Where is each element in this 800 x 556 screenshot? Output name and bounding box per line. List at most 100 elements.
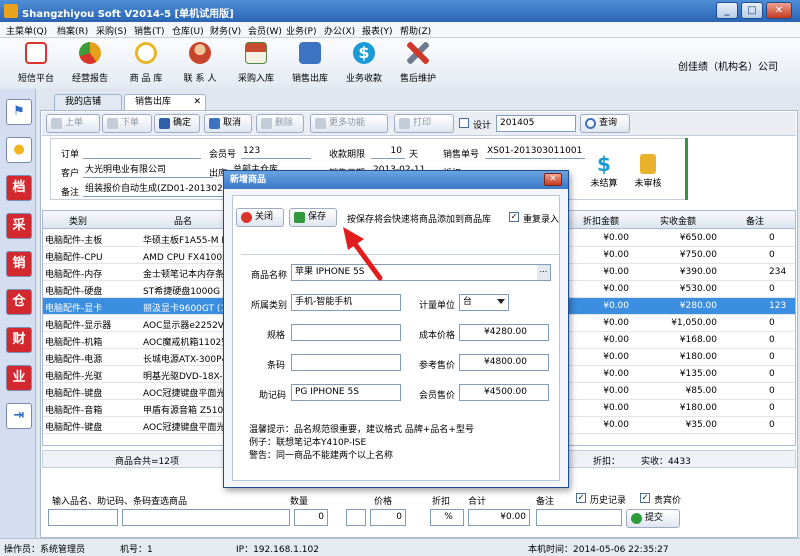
confirm-button[interactable]: 确定: [154, 114, 200, 133]
cell-actual[interactable]: ¥750.00: [633, 250, 717, 260]
menu-business[interactable]: 业务(P): [286, 24, 316, 37]
menu-help[interactable]: 帮助(Z): [400, 24, 431, 37]
lightbulb-icon[interactable]: ●: [6, 137, 32, 163]
maximize-button[interactable]: □: [741, 2, 763, 19]
cell-disc[interactable]: ¥0.00: [573, 267, 629, 277]
mnemonic-input[interactable]: PG IPHONE 5S: [291, 384, 401, 401]
dialog-close-icon[interactable]: ✕: [544, 173, 562, 186]
cell-cat[interactable]: 电脑配件-音箱: [45, 403, 143, 416]
close-button[interactable]: ✕: [766, 2, 792, 19]
entry-discount-input[interactable]: %: [430, 509, 464, 526]
cell-cat[interactable]: 电脑配件-显卡: [45, 301, 143, 314]
history-checkbox[interactable]: ✓: [576, 493, 586, 503]
dialog-close-button[interactable]: 关闭: [236, 208, 284, 227]
cell-disc[interactable]: ¥0.00: [573, 420, 629, 430]
cell-disc[interactable]: ¥0.00: [573, 352, 629, 362]
cell-actual[interactable]: ¥85.00: [633, 386, 718, 396]
vip-price-checkbox[interactable]: ✓: [640, 493, 650, 503]
cell-actual[interactable]: ¥280.00: [633, 301, 717, 311]
cell-note[interactable]: 0: [769, 284, 795, 294]
payment-term-input[interactable]: 10: [371, 145, 405, 159]
menu-purchase[interactable]: 采购(S): [96, 24, 127, 37]
col-name[interactable]: 品名: [143, 214, 223, 227]
cell-note[interactable]: 234: [769, 267, 795, 277]
print-button[interactable]: 打印: [394, 114, 454, 133]
col-note[interactable]: 备注: [715, 214, 795, 227]
ref-price-input[interactable]: ¥4800.00: [459, 354, 549, 371]
cell-actual[interactable]: ¥530.00: [633, 284, 717, 294]
toolbar-goods-button[interactable]: 商 品 库: [118, 40, 174, 86]
cell-actual[interactable]: ¥180.00: [633, 403, 717, 413]
entry-note-select[interactable]: [536, 509, 622, 526]
menu-main[interactable]: 主菜单(Q): [6, 24, 47, 37]
cell-actual[interactable]: ¥35.00: [633, 420, 718, 430]
col-actual[interactable]: 实收金额: [633, 214, 723, 227]
archive-icon[interactable]: 档: [6, 175, 32, 201]
menu-warehouse[interactable]: 仓库(U): [172, 24, 204, 37]
toolbar-receipt-button[interactable]: $ 业务收款: [336, 40, 392, 86]
more-functions-button[interactable]: 更多功能: [310, 114, 388, 133]
cell-actual[interactable]: ¥135.00: [633, 369, 717, 379]
cell-disc[interactable]: ¥0.00: [573, 403, 629, 413]
purchase-icon[interactable]: 采: [6, 213, 32, 239]
delete-button[interactable]: 删除: [256, 114, 304, 133]
order-input[interactable]: [83, 145, 201, 159]
cell-cat[interactable]: 电脑配件-键盘: [45, 386, 143, 399]
cell-note[interactable]: 0: [769, 369, 795, 379]
cell-disc[interactable]: ¥0.00: [573, 233, 629, 243]
toolbar-sms-button[interactable]: 短信平台: [8, 40, 64, 86]
cell-note[interactable]: 0: [769, 335, 795, 345]
cell-actual[interactable]: ¥650.00: [633, 233, 717, 243]
cell-note[interactable]: 0: [769, 318, 795, 328]
cell-cat[interactable]: 电脑配件-主板: [45, 233, 143, 246]
cell-cat[interactable]: 电脑配件-内存: [45, 267, 143, 280]
search-goods-input-2[interactable]: [122, 509, 290, 526]
design-checkbox[interactable]: [459, 118, 469, 128]
menu-archive[interactable]: 档案(R): [57, 24, 88, 37]
cell-note[interactable]: 0: [769, 403, 795, 413]
member-no-input[interactable]: 123: [241, 145, 311, 159]
cell-actual[interactable]: ¥180.00: [633, 352, 717, 362]
menu-report[interactable]: 报表(Y): [362, 24, 393, 37]
query-button[interactable]: 查询: [580, 114, 630, 133]
cost-price-input[interactable]: ¥4280.00: [459, 324, 549, 341]
toolbar-report-button[interactable]: 经营报告: [62, 40, 118, 86]
unsettled-status[interactable]: $ 未结算: [584, 152, 624, 198]
menu-sales[interactable]: 销售(T): [134, 24, 165, 37]
barcode-input[interactable]: [291, 354, 401, 371]
cell-note[interactable]: 0: [769, 352, 795, 362]
next-order-button[interactable]: 下单: [102, 114, 152, 133]
col-discount[interactable]: 折扣金额: [571, 214, 631, 227]
unreviewed-status[interactable]: 未审核: [628, 152, 668, 198]
search-goods-input-1[interactable]: [48, 509, 118, 526]
finance-icon[interactable]: 财: [6, 327, 32, 353]
cell-disc[interactable]: ¥0.00: [573, 250, 629, 260]
dialog-save-button[interactable]: 保存: [289, 208, 337, 227]
unit-input[interactable]: [346, 509, 366, 526]
cell-cat[interactable]: 电脑配件-机箱: [45, 335, 143, 348]
cancel-button[interactable]: 取消: [204, 114, 252, 133]
sales-icon[interactable]: 销: [6, 251, 32, 277]
member-price-input[interactable]: ¥4500.00: [459, 384, 549, 401]
tab-close-icon[interactable]: ✕: [193, 95, 201, 109]
cell-note[interactable]: 0: [769, 420, 795, 430]
menu-office[interactable]: 办公(X): [324, 24, 355, 37]
ellipsis-icon[interactable]: ...: [537, 265, 550, 280]
exit-icon[interactable]: ⇥: [6, 403, 32, 429]
cell-cat[interactable]: 电脑配件-光驱: [45, 369, 143, 382]
cell-note[interactable]: 0: [769, 233, 795, 243]
submit-button[interactable]: 提交: [626, 509, 680, 528]
tab-sales-out[interactable]: 销售出库 ✕: [124, 94, 206, 110]
toolbar-contact-button[interactable]: 联 系 人: [172, 40, 228, 86]
spec-input[interactable]: [291, 324, 401, 341]
cell-note[interactable]: 0: [769, 250, 795, 260]
toolbar-service-button[interactable]: 售后维护: [390, 40, 446, 86]
cell-cat[interactable]: 电脑配件-CPU: [45, 250, 143, 263]
toolbar-purchase-in-button[interactable]: 采购入库: [228, 40, 284, 86]
tab-my-shop[interactable]: 我的店铺: [54, 94, 122, 110]
warehouse-icon[interactable]: 仓: [6, 289, 32, 315]
category-input[interactable]: 手机-智能手机: [291, 294, 401, 311]
customer-input[interactable]: 大光明电业有限公司: [83, 164, 213, 178]
goods-name-input[interactable]: 苹果 IPHONE 5S: [291, 264, 551, 281]
flag-icon[interactable]: ⚑: [6, 99, 32, 125]
